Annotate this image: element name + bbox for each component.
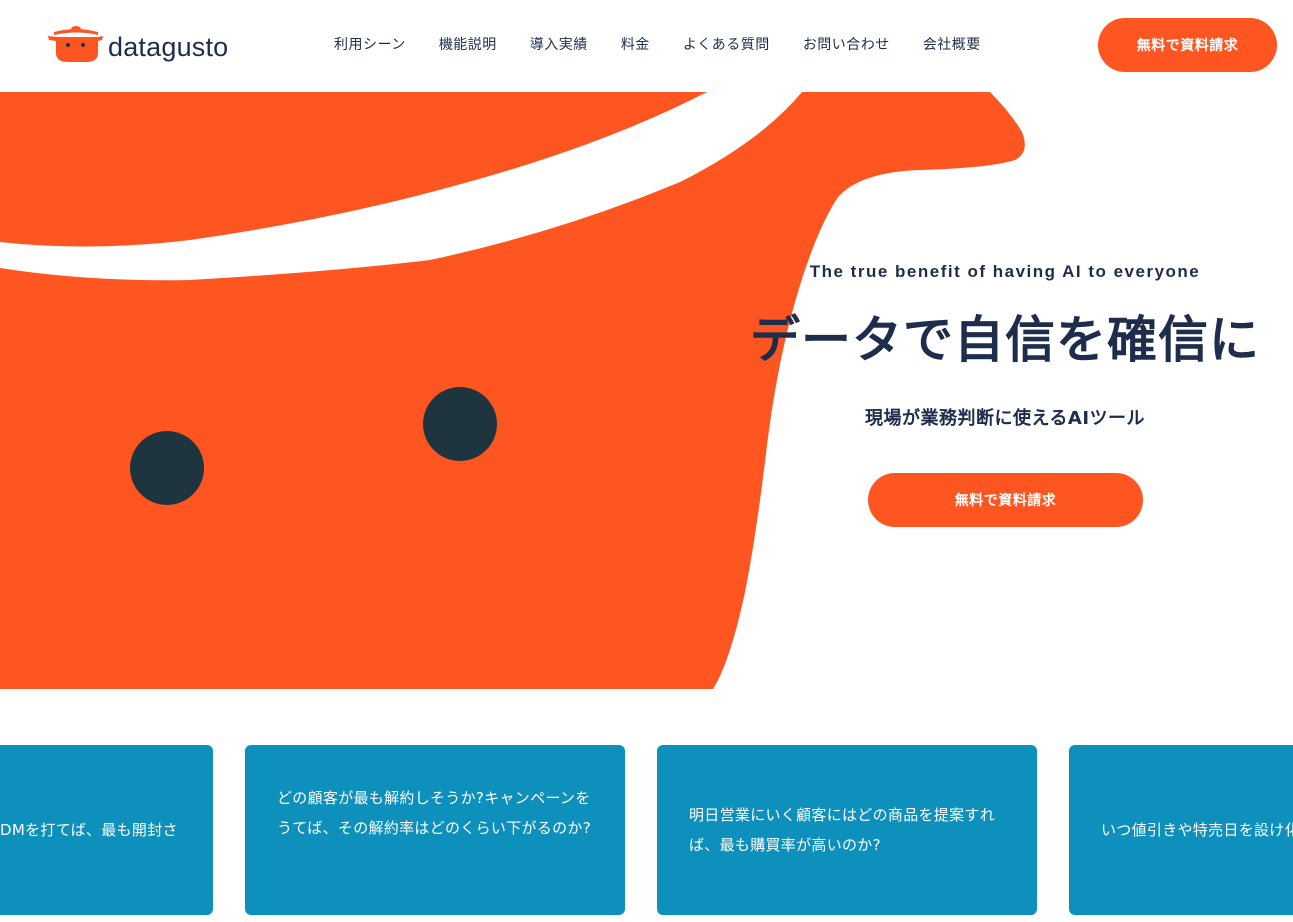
use-case-carousel: DMを打てば、最も開封さ どの顧客が最も解約しそうか?キャンペーンをうてば、その… [0,745,1293,915]
use-case-card-text: DMを打てば、最も開封さ [0,821,178,839]
hero-subtitle: The true benefit of having AI to everyon… [809,262,1201,281]
use-case-card-text: 明日営業にいく顧客にはどの商品を提案すれば、最も購買率が高いのか? [689,806,996,854]
hero-title: データで自信を確信に [750,311,1260,369]
main-nav: 利用シーン 機能説明 導入実績 料金 よくある質問 お問い合わせ 会社概要 [334,34,1014,54]
hero-section: The true benefit of having AI to everyon… [0,92,1293,689]
use-case-card[interactable]: 明日営業にいく顧客にはどの商品を提案すれば、最も購買率が高いのか? [657,745,1037,915]
site-header: datagusto 利用シーン 機能説明 導入実績 料金 よくある質問 お問い合… [0,0,1293,92]
hero-tagline: 現場が業務判断に使えるAIツール [864,408,1146,429]
left-eye-icon [130,431,204,505]
pot-logo-icon [48,26,103,62]
logo[interactable]: datagusto [46,22,228,66]
use-case-card-text: いつ値引きや特売日を設け化されるのか? [1101,821,1293,839]
right-eye-icon [423,387,497,461]
nav-item-faq[interactable]: よくある質問 [683,34,770,54]
use-case-card[interactable]: DMを打てば、最も開封さ [0,745,213,915]
nav-item-usage-scenes[interactable]: 利用シーン [334,34,406,54]
nav-item-pricing[interactable]: 料金 [621,34,650,54]
use-case-card[interactable]: いつ値引きや特売日を設け化されるのか? [1069,745,1293,915]
logo-wordmark: datagusto [108,31,229,62]
pot-illustration [0,92,1025,689]
nav-item-company[interactable]: 会社概要 [923,34,981,54]
request-brochure-button[interactable]: 無料で資料請求 [1098,18,1277,72]
use-case-card[interactable]: どの顧客が最も解約しそうか?キャンペーンをうてば、その解約率はどのくらい下がるの… [245,745,625,915]
use-case-card-text: どの顧客が最も解約しそうか?キャンペーンをうてば、その解約率はどのくらい下がるの… [277,789,591,837]
hero-request-brochure-button[interactable]: 無料で資料請求 [868,473,1143,527]
nav-item-features[interactable]: 機能説明 [439,34,497,54]
nav-item-case-studies[interactable]: 導入実績 [530,34,588,54]
nav-item-contact[interactable]: お問い合わせ [803,34,890,54]
